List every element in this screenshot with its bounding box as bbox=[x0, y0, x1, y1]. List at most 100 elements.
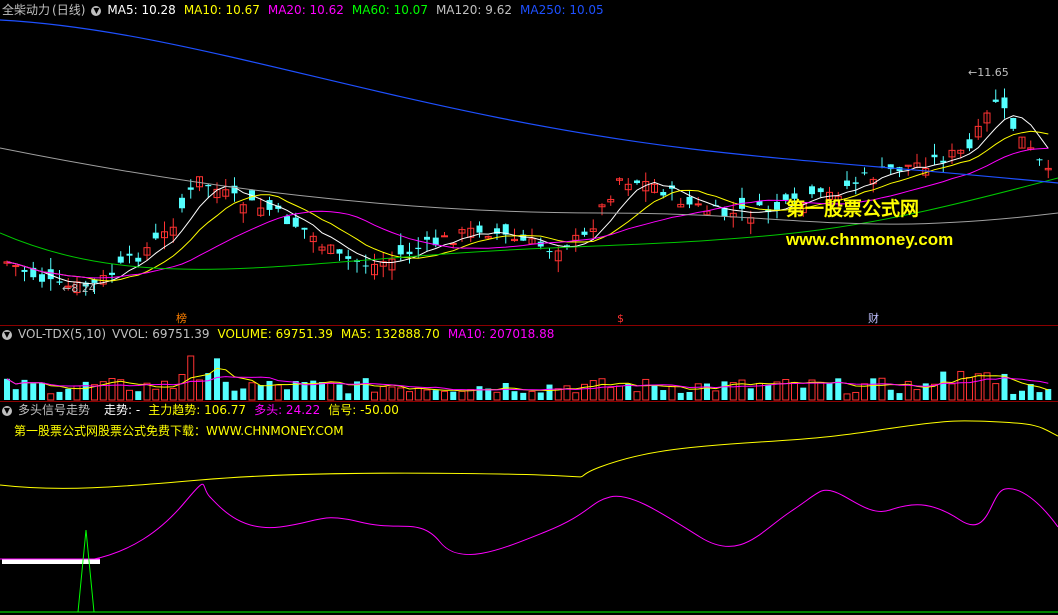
volume-bar bbox=[240, 388, 247, 400]
volume-bar bbox=[345, 393, 352, 400]
candle-body-down bbox=[126, 253, 133, 256]
indicator-menu-icon[interactable]: ▼ bbox=[91, 5, 102, 16]
candle-body-down bbox=[21, 269, 28, 272]
volume-bar bbox=[274, 384, 282, 401]
volume-bar bbox=[633, 391, 641, 401]
candle bbox=[476, 221, 483, 238]
indicator-menu-icon[interactable]: ▼ bbox=[2, 329, 12, 340]
candle bbox=[152, 223, 159, 241]
candle bbox=[222, 178, 230, 200]
candle-body-down bbox=[992, 99, 999, 102]
candle-body-down bbox=[774, 201, 780, 210]
candle-body-up bbox=[12, 265, 20, 268]
volume-bar bbox=[887, 389, 894, 400]
candle bbox=[966, 133, 973, 152]
candle bbox=[126, 245, 133, 264]
ma-label-5: MA250: 10.05 bbox=[520, 3, 604, 17]
candle-body-down bbox=[406, 251, 413, 255]
candle-body-down bbox=[187, 187, 194, 190]
volume-bar bbox=[135, 391, 142, 400]
kline-panel[interactable]: 全柴动力 (日线) ▼ MA5: 10.28 MA10: 10.67 MA20: 10.6… bbox=[0, 0, 1058, 326]
candle-body-down bbox=[152, 232, 159, 239]
candle bbox=[616, 177, 623, 185]
volume-bar bbox=[992, 383, 1000, 401]
candle bbox=[546, 248, 553, 259]
volume-bar bbox=[625, 383, 632, 400]
volume-bar bbox=[974, 373, 982, 401]
volume-chart[interactable] bbox=[0, 342, 1058, 402]
volume-bar bbox=[704, 383, 710, 400]
candle-body-down bbox=[660, 192, 667, 196]
candle bbox=[1018, 136, 1026, 149]
volume-bar bbox=[546, 384, 553, 400]
volume-bar bbox=[563, 385, 571, 401]
volume-bar bbox=[117, 379, 125, 401]
candle bbox=[379, 252, 387, 278]
volume-bar bbox=[694, 383, 702, 401]
candle bbox=[143, 242, 151, 261]
signal-panel[interactable]: ▼ 多头信号走势 走势: - 主力趋势: 106.77 多头: 24.22 信号: -50… bbox=[0, 402, 1058, 615]
volume-bar bbox=[327, 382, 335, 401]
candle-body-down bbox=[1036, 159, 1043, 161]
volume-bar bbox=[870, 378, 877, 400]
candle-body-down bbox=[301, 227, 308, 230]
candle-body-down bbox=[931, 154, 938, 158]
volume-bar bbox=[817, 381, 825, 401]
volume-bar bbox=[126, 389, 133, 401]
volume-bar bbox=[677, 392, 684, 400]
candle-body-down bbox=[397, 245, 404, 255]
candle bbox=[301, 227, 308, 239]
volume-bar bbox=[441, 390, 448, 401]
candle bbox=[992, 89, 999, 103]
watermark-site-name: 第一股票公式网 bbox=[786, 199, 920, 220]
candle-body-down bbox=[844, 180, 850, 187]
candle bbox=[441, 232, 448, 238]
signal-chart[interactable] bbox=[0, 402, 1058, 613]
candle bbox=[424, 231, 430, 252]
volume-bar bbox=[379, 385, 387, 401]
volume-bar bbox=[642, 378, 650, 401]
volume-bar bbox=[957, 370, 965, 401]
volume-bar bbox=[284, 389, 290, 400]
watermark-url: www.chnmoney.com bbox=[786, 230, 954, 249]
candle bbox=[931, 143, 938, 166]
volume-bar bbox=[423, 389, 431, 401]
volume-bar bbox=[336, 384, 343, 400]
volume-bar bbox=[397, 387, 405, 401]
candle-body-up bbox=[694, 203, 702, 206]
volume-bar bbox=[205, 373, 212, 400]
candle-body-down bbox=[1010, 117, 1017, 129]
volume-bar bbox=[30, 383, 37, 400]
candle bbox=[1001, 88, 1008, 119]
candle bbox=[117, 251, 124, 264]
candle-body-down bbox=[634, 180, 640, 184]
volume-bar bbox=[4, 378, 10, 400]
candle bbox=[30, 261, 37, 281]
candle bbox=[774, 193, 780, 219]
volume-bar bbox=[362, 378, 369, 400]
volume-label-2: MA5: 132888.70 bbox=[340, 327, 440, 341]
volume-label-0: VVOL: 69751.39 bbox=[112, 327, 210, 341]
candle bbox=[1010, 117, 1017, 132]
volume-bar bbox=[765, 384, 772, 400]
candle bbox=[345, 249, 352, 270]
event-tag-2: 财 bbox=[868, 311, 879, 324]
volume-bar bbox=[528, 390, 536, 401]
volume-bar bbox=[712, 390, 720, 401]
ma-label-3: MA60: 10.07 bbox=[351, 3, 428, 17]
candle bbox=[983, 110, 991, 132]
candle bbox=[257, 197, 265, 218]
candle-body-down bbox=[852, 182, 859, 184]
main-trend-line bbox=[0, 420, 1058, 489]
candle bbox=[651, 179, 658, 194]
candle bbox=[974, 118, 982, 140]
candle bbox=[231, 177, 238, 202]
volume-bar bbox=[651, 385, 658, 400]
high-price-label: ←11.65 bbox=[968, 66, 1009, 79]
volume-panel[interactable]: ▼ VOL-TDX(5,10) VVOL: 69751.39 VOLUME: 6975… bbox=[0, 326, 1058, 402]
event-tag-1: $ bbox=[617, 312, 624, 324]
volume-bar bbox=[178, 374, 186, 401]
candlestick-chart[interactable]: ←11.65 ←8.24 榜 $ 财 bbox=[0, 18, 1058, 324]
volume-bar bbox=[607, 387, 615, 401]
volume-bar bbox=[913, 389, 921, 401]
